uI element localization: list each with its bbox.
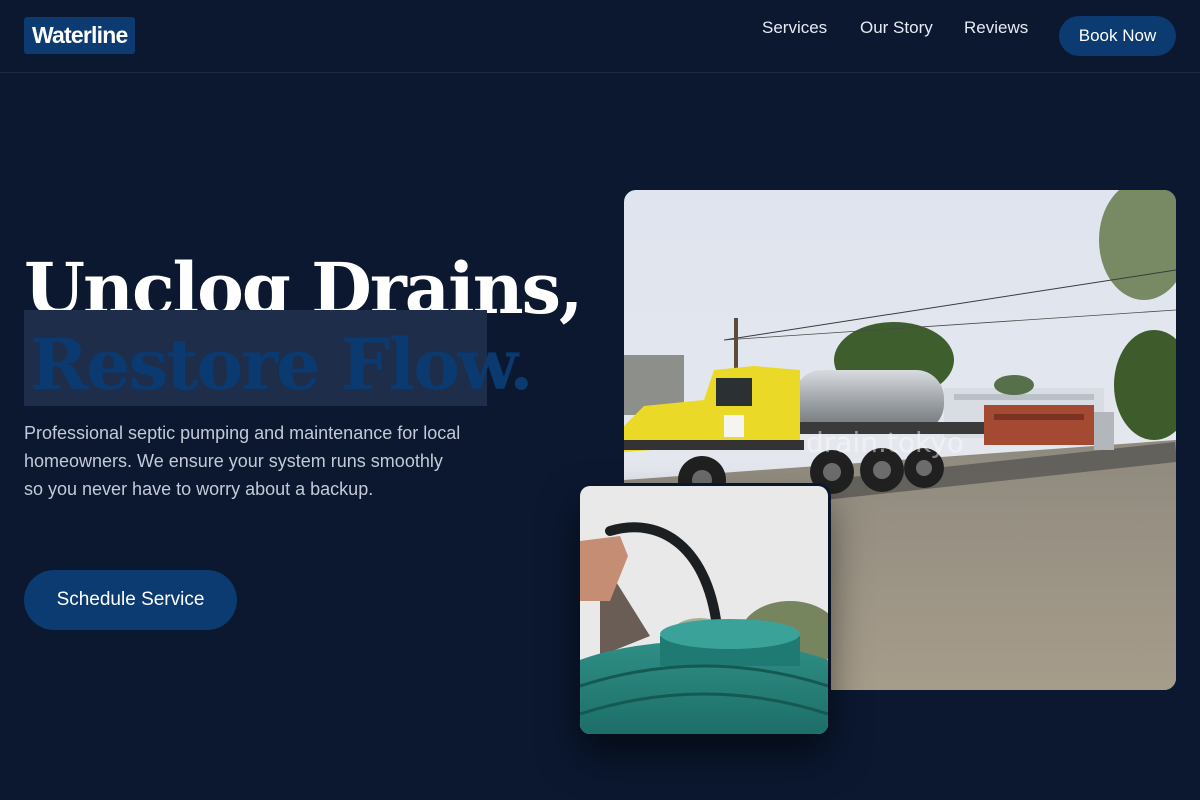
site-header: Waterline Services Our Story Reviews Boo… xyxy=(0,0,1200,73)
hero-description: Professional septic pumping and maintena… xyxy=(24,423,461,499)
nav-link-services[interactable]: Services xyxy=(762,18,827,40)
septic-tank-photo xyxy=(580,486,828,734)
nav-link-reviews[interactable]: Reviews xyxy=(964,18,1028,40)
photo-watermark: drain.tokyo xyxy=(806,426,964,459)
nav-link-our-story[interactable]: Our Story xyxy=(860,18,933,40)
book-now-button[interactable]: Book Now xyxy=(1059,16,1176,56)
schedule-service-button[interactable]: Schedule Service xyxy=(24,570,237,630)
hero-headline-line2: Restore Flow. xyxy=(30,323,533,406)
logo[interactable]: Waterline xyxy=(24,17,136,54)
